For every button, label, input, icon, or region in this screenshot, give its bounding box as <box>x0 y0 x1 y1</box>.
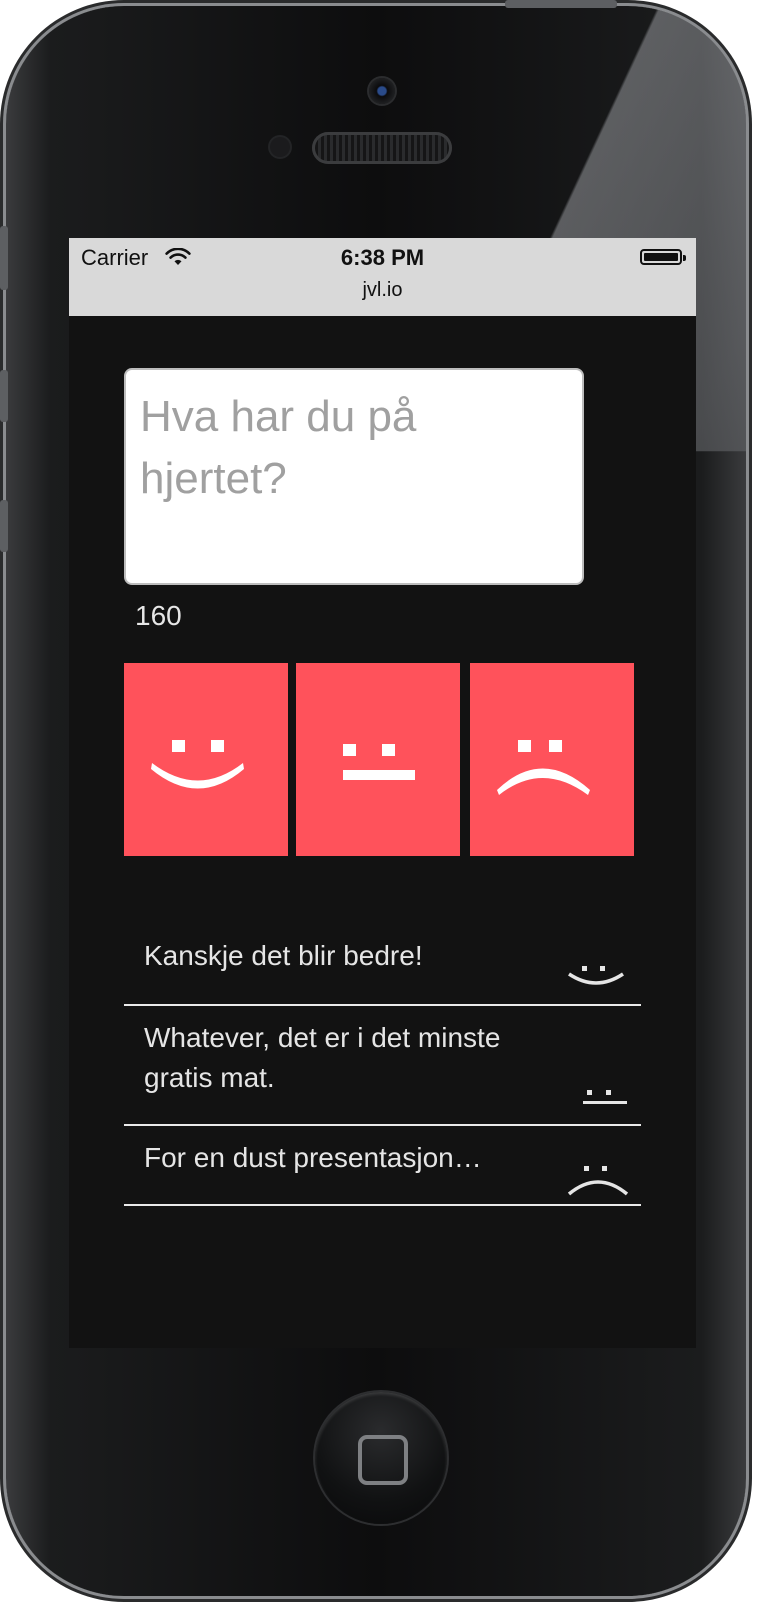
phone-frame: Carrier 6:38 PM jvl.io 160 <box>6 6 746 1596</box>
proximity-sensor <box>270 137 290 157</box>
feed-item-text: Whatever, det er i det minste gratis mat… <box>144 1022 501 1093</box>
char-counter: 160 <box>135 600 182 631</box>
mute-switch <box>0 226 8 290</box>
screen: Carrier 6:38 PM jvl.io 160 <box>69 238 696 1348</box>
feed-item-text: For en dust presentasjon… <box>144 1142 482 1173</box>
feed-item: Whatever, det er i det minste gratis mat… <box>124 1006 641 1126</box>
feed-item: Kanskje det blir bedre! <box>124 928 641 1006</box>
volume-down-button <box>0 500 8 552</box>
page-url[interactable]: jvl.io <box>69 279 696 302</box>
volume-up-button <box>0 370 8 422</box>
front-camera-icon <box>369 78 395 104</box>
battery-icon <box>640 249 686 265</box>
sad-mood-button[interactable] <box>470 663 634 856</box>
neutral-face-icon <box>343 744 415 780</box>
home-button[interactable] <box>315 1392 447 1524</box>
happy-face-icon <box>568 966 624 985</box>
status-time: 6:38 PM <box>340 245 425 270</box>
neutral-face-icon <box>583 1090 627 1104</box>
status-bar: Carrier 6:38 PM jvl.io <box>69 238 696 316</box>
happy-mood-button[interactable] <box>124 663 288 856</box>
neutral-mood-button[interactable] <box>296 663 460 856</box>
home-square-icon <box>358 1435 408 1485</box>
sad-face-icon <box>497 740 590 795</box>
power-button <box>505 0 617 8</box>
happy-face-icon <box>151 740 244 789</box>
feed-item-text: Kanskje det blir bedre! <box>144 940 423 971</box>
sad-face-icon <box>567 1166 629 1196</box>
feed-item: For en dust presentasjon… <box>124 1126 641 1206</box>
message-input[interactable] <box>124 368 584 585</box>
earpiece-speaker <box>312 132 452 164</box>
